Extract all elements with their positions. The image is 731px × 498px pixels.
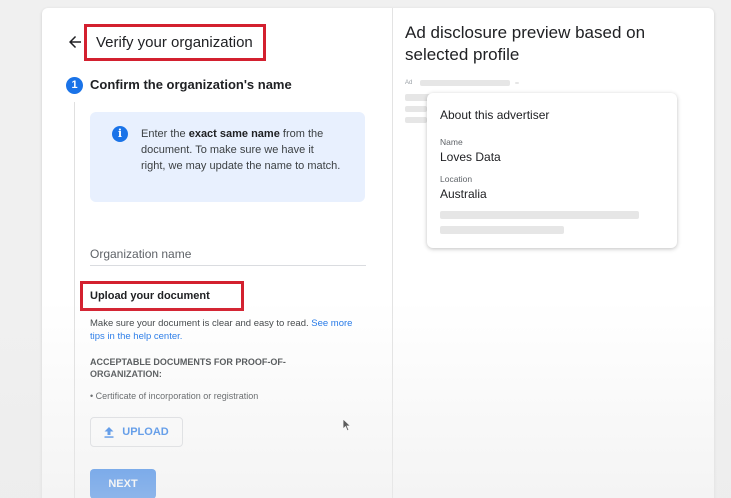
advertiser-card-title: About this advertiser	[440, 108, 550, 122]
skeleton-line	[420, 80, 510, 86]
advertiser-location-value: Australia	[440, 187, 487, 201]
advertiser-card: About this advertiser Name Loves Data Lo…	[427, 93, 677, 248]
step-title: Confirm the organization's name	[90, 77, 292, 92]
preview-title: Ad disclosure preview based on selected …	[405, 23, 646, 64]
accepted-document-label: Certificate of incorporation or registra…	[95, 391, 259, 401]
advertiser-location-label: Location	[440, 174, 473, 184]
skeleton-line	[440, 226, 564, 234]
skeleton-line	[405, 106, 427, 112]
upload-description-text: Make sure your document is clear and eas…	[90, 318, 312, 329]
skeleton-line	[440, 211, 639, 219]
upload-section-title: Upload your document	[90, 290, 210, 302]
accepted-document-item: • Certificate of incorporation or regist…	[90, 391, 259, 401]
upload-button[interactable]: UPLOAD	[90, 417, 183, 447]
advertiser-name-label: Name	[440, 137, 463, 147]
info-text: Enter the exact same name from the docum…	[141, 126, 341, 174]
skeleton-line	[405, 117, 427, 123]
mouse-cursor-icon	[342, 418, 352, 432]
next-button[interactable]: NEXT	[90, 469, 156, 498]
info-callout: i Enter the exact same name from the doc…	[90, 112, 365, 202]
ad-label: Ad	[405, 80, 413, 86]
info-text-pre: Enter the	[141, 128, 189, 140]
advertiser-name-value: Loves Data	[440, 150, 501, 164]
upload-description: Make sure your document is clear and eas…	[90, 317, 355, 343]
upload-icon	[104, 426, 114, 438]
step-number-badge: 1	[66, 77, 83, 94]
info-icon: i	[112, 126, 128, 142]
organization-name-underline	[90, 265, 366, 266]
acceptable-documents-heading: ACCEPTABLE DOCUMENTS FOR PROOF-OF-ORGANI…	[90, 357, 286, 379]
upload-button-label: UPLOAD	[122, 426, 169, 438]
info-text-bold: exact same name	[188, 128, 280, 140]
arrow-left-icon[interactable]	[66, 33, 84, 51]
page-title: Verify your organization	[96, 34, 253, 51]
organization-name-input[interactable]: Organization name	[90, 247, 191, 261]
skeleton-line	[515, 82, 519, 84]
panel-divider	[392, 8, 393, 498]
step-connector-line	[74, 102, 75, 498]
